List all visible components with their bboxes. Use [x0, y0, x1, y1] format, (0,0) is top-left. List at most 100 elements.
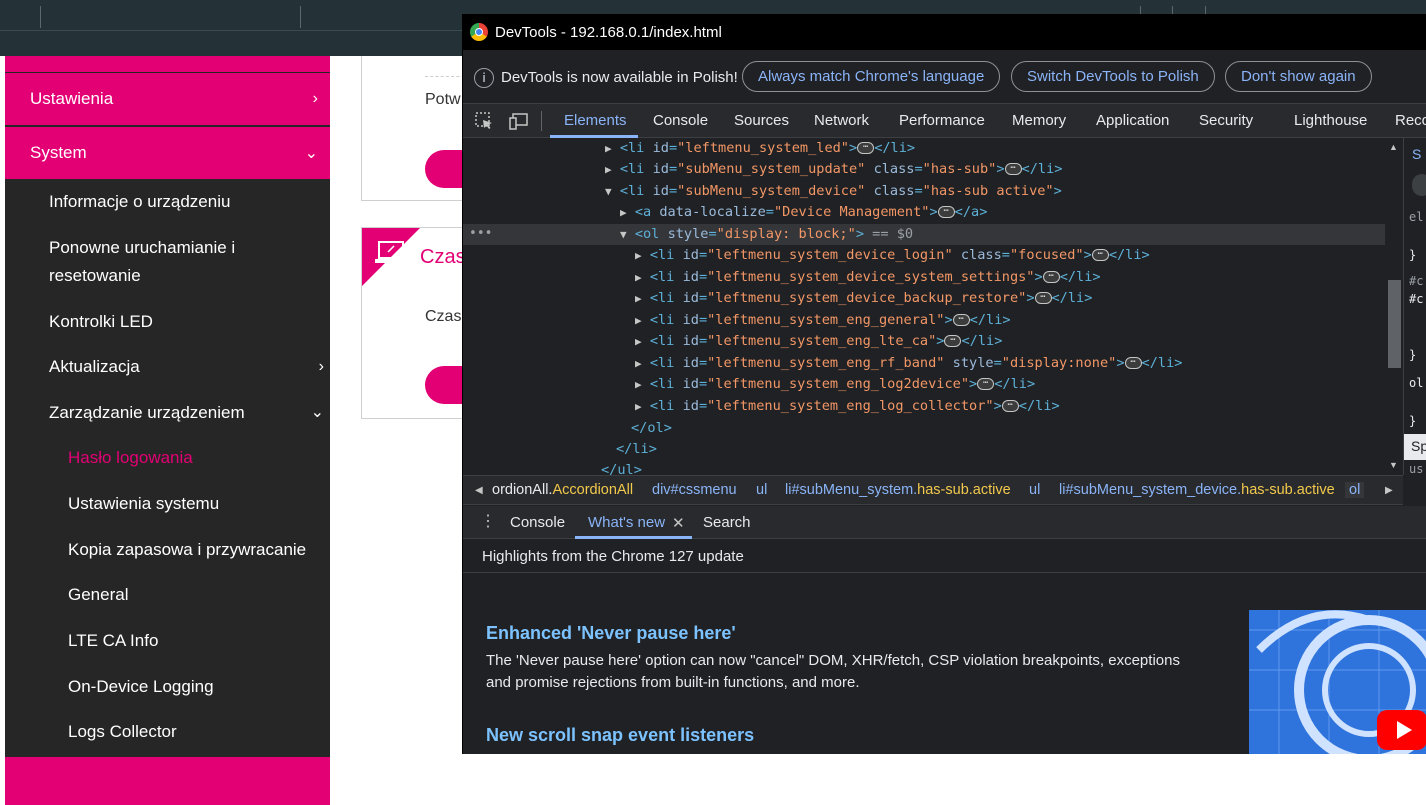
breadcrumb-item[interactable]: ul [1029, 482, 1040, 498]
video-thumbnail[interactable] [1249, 610, 1426, 754]
expand-arrow-icon[interactable]: ▶ [635, 357, 642, 370]
dom-node[interactable]: ▶ <li id="leftmenu_system_device_system_… [635, 267, 1101, 288]
always-match-language-button[interactable]: Always match Chrome's language [742, 61, 1001, 92]
breadcrumb-item-selected[interactable]: ol [1345, 482, 1365, 498]
sidebar-item-device-info[interactable]: Informacje o urządzeniu [49, 188, 230, 216]
dom-node[interactable]: ▼ <li id="subMenu_system_device" class="… [605, 181, 1062, 202]
info-icon: i [474, 68, 494, 88]
whats-new-panel: Highlights from the Chrome 127 update En… [463, 539, 1426, 754]
sidebar-item-led[interactable]: Kontrolki LED [49, 308, 153, 336]
dom-node[interactable]: ▶ <li id="leftmenu_system_eng_lte_ca"> ⋯ <… [635, 331, 1002, 352]
scroll-left-icon[interactable]: ◀ [475, 485, 483, 496]
tab-security[interactable]: Security [1199, 112, 1253, 129]
drawer-tab-console[interactable]: Console [510, 514, 565, 531]
browser-tab-divider [300, 6, 301, 28]
expand-arrow-icon[interactable]: ▶ [635, 271, 642, 284]
dom-node[interactable]: ▶ <li id="leftmenu_system_eng_general"> ⋯… [635, 310, 1011, 331]
sidebar-item-lte-ca-info[interactable]: LTE CA Info [68, 631, 158, 651]
drawer-tab-whats-new[interactable]: What's new [588, 514, 665, 531]
tab-recorder[interactable]: Reco [1395, 112, 1426, 129]
dom-node[interactable]: ▶ <li id="leftmenu_system_device_backup_… [635, 288, 1092, 309]
sidebar-bottom-block [5, 757, 330, 805]
expand-arrow-icon[interactable]: ▶ [635, 335, 642, 348]
expand-arrow-icon[interactable]: ▶ [635, 249, 642, 262]
expand-arrow-icon[interactable]: ▶ [605, 142, 612, 155]
sidebar-item-device-management[interactable]: Zarządzanie urządzeniem ⌄ [49, 399, 324, 427]
filter-input[interactable] [1412, 174, 1426, 196]
style-rule-fragment: #c [1409, 292, 1424, 306]
tab-performance[interactable]: Performance [899, 112, 985, 129]
dom-node[interactable]: ▶ <li id="leftmenu_system_eng_rf_band" s… [635, 353, 1182, 374]
play-icon[interactable] [1377, 710, 1426, 750]
tab-console[interactable]: Console [653, 112, 708, 129]
tab-sources[interactable]: Sources [734, 112, 789, 129]
scroll-right-icon[interactable]: ▶ [1385, 485, 1393, 496]
device-toolbar-icon[interactable] [509, 111, 529, 131]
sidebar-item-general[interactable]: General [68, 585, 128, 605]
tab-network[interactable]: Network [814, 112, 869, 129]
dom-node[interactable]: ▶ <li id="leftmenu_system_led"> ⋯ </li> [605, 138, 915, 159]
tab-lighthouse[interactable]: Lighthouse [1294, 112, 1367, 129]
more-options-icon[interactable]: ••• [469, 226, 492, 241]
dom-node[interactable]: ▶ <li id="leftmenu_system_eng_log_collec… [635, 396, 1060, 417]
tab-elements[interactable]: Elements [564, 112, 627, 129]
sidebar-item-reboot-reset[interactable]: Ponowne uruchamianie i resetowanie [49, 234, 279, 290]
expand-arrow-icon[interactable]: ▶ [635, 378, 642, 391]
sidebar-item-logs-collector[interactable]: Logs Collector [68, 722, 177, 742]
sidebar-item-ustawienia[interactable]: Ustawienia › [5, 73, 330, 125]
expand-arrow-icon[interactable]: ▶ [620, 206, 627, 219]
expand-arrow-icon[interactable]: ▶ [635, 400, 642, 413]
drawer-tab-search[interactable]: Search [703, 514, 751, 531]
sidebar-item-label: Kontrolki LED [49, 312, 153, 331]
dom-node[interactable]: ▶ <li id="leftmenu_system_device_login" … [635, 245, 1150, 266]
collapse-arrow-icon[interactable]: ▼ [620, 228, 627, 241]
breadcrumb-item[interactable]: div#cssmenu [652, 482, 737, 498]
switch-to-polish-button[interactable]: Switch DevTools to Polish [1011, 61, 1215, 92]
sidebar-item-backup-restore[interactable]: Kopia zapasowa i przywracanie [68, 540, 306, 560]
whats-new-heading: Highlights from the Chrome 127 update [482, 548, 744, 565]
breadcrumb-item[interactable]: li#subMenu_system.has-sub.active [785, 482, 1011, 498]
close-icon[interactable]: ✕ [672, 514, 685, 532]
dom-tree-scrollbar[interactable]: ▲ ▼ [1385, 138, 1403, 475]
browser-tab-divider [40, 6, 41, 28]
tab-memory[interactable]: Memory [1012, 112, 1066, 129]
scroll-down-icon[interactable]: ▼ [1389, 460, 1398, 470]
feature-link-never-pause[interactable]: Enhanced 'Never pause here' [486, 623, 736, 644]
drawer-menu-icon[interactable]: ⋮ [480, 511, 496, 531]
devtools-titlebar[interactable]: DevTools - 192.168.0.1/index.html [463, 14, 1426, 50]
selected-node-highlight [463, 224, 1385, 245]
chevron-down-icon: ⌄ [304, 145, 318, 162]
breadcrumb-item[interactable]: ordionAll.AccordionAll [492, 482, 633, 498]
expand-arrow-icon[interactable]: ▶ [605, 163, 612, 176]
breadcrumb-item[interactable]: li#subMenu_system_device.has-sub.active [1059, 482, 1335, 498]
sidebar-item-login-password[interactable]: Hasło logowania [68, 448, 193, 468]
dom-node[interactable]: ▶ <li id="subMenu_system_update" class="… [605, 159, 1062, 180]
password-card: Potw [361, 56, 485, 201]
breadcrumb-item[interactable]: ul [756, 482, 767, 498]
expand-arrow-icon[interactable]: ▶ [635, 314, 642, 327]
dom-node[interactable]: ▶ <li id="leftmenu_system_eng_log2device… [635, 374, 1035, 395]
sidebar-item-on-device-logging[interactable]: On-Device Logging [68, 677, 214, 697]
devtools-window: DevTools - 192.168.0.1/index.html i DevT… [462, 14, 1426, 754]
style-rule-fragment: } [1409, 248, 1417, 262]
dont-show-again-button[interactable]: Don't show again [1225, 61, 1372, 92]
chevron-right-icon: › [312, 90, 318, 107]
scrollbar-thumb[interactable] [1388, 280, 1401, 368]
scroll-up-icon[interactable]: ▲ [1389, 142, 1398, 152]
expand-arrow-icon[interactable]: ▶ [635, 292, 642, 305]
tab-application[interactable]: Application [1096, 112, 1169, 129]
devtools-tabbar: Elements Console Sources Network Perform… [463, 104, 1426, 138]
language-infobar: i DevTools is now available in Polish! A… [463, 50, 1426, 104]
styles-tab[interactable]: S [1412, 146, 1421, 162]
sidebar-top-accent [5, 56, 330, 72]
sidebar-item-system-settings[interactable]: Ustawienia systemu [68, 494, 219, 514]
sidebar-item-update[interactable]: Aktualizacja › [49, 353, 324, 381]
feature-link-scroll-snap[interactable]: New scroll snap event listeners [486, 725, 754, 746]
inspect-element-icon[interactable] [474, 111, 494, 131]
dom-node[interactable]: ▶ <a data-localize="Device Management"> ⋯… [620, 202, 987, 223]
dom-node-selected[interactable]: ▼ <ol style="display: block;"> == $0 [620, 224, 913, 245]
collapse-arrow-icon[interactable]: ▼ [605, 185, 612, 198]
sidebar-item-system[interactable]: System ⌄ [5, 127, 330, 179]
style-rule-fragment: ol [1409, 376, 1424, 390]
sidebar-item-label: Informacje o urządzeniu [49, 192, 231, 211]
